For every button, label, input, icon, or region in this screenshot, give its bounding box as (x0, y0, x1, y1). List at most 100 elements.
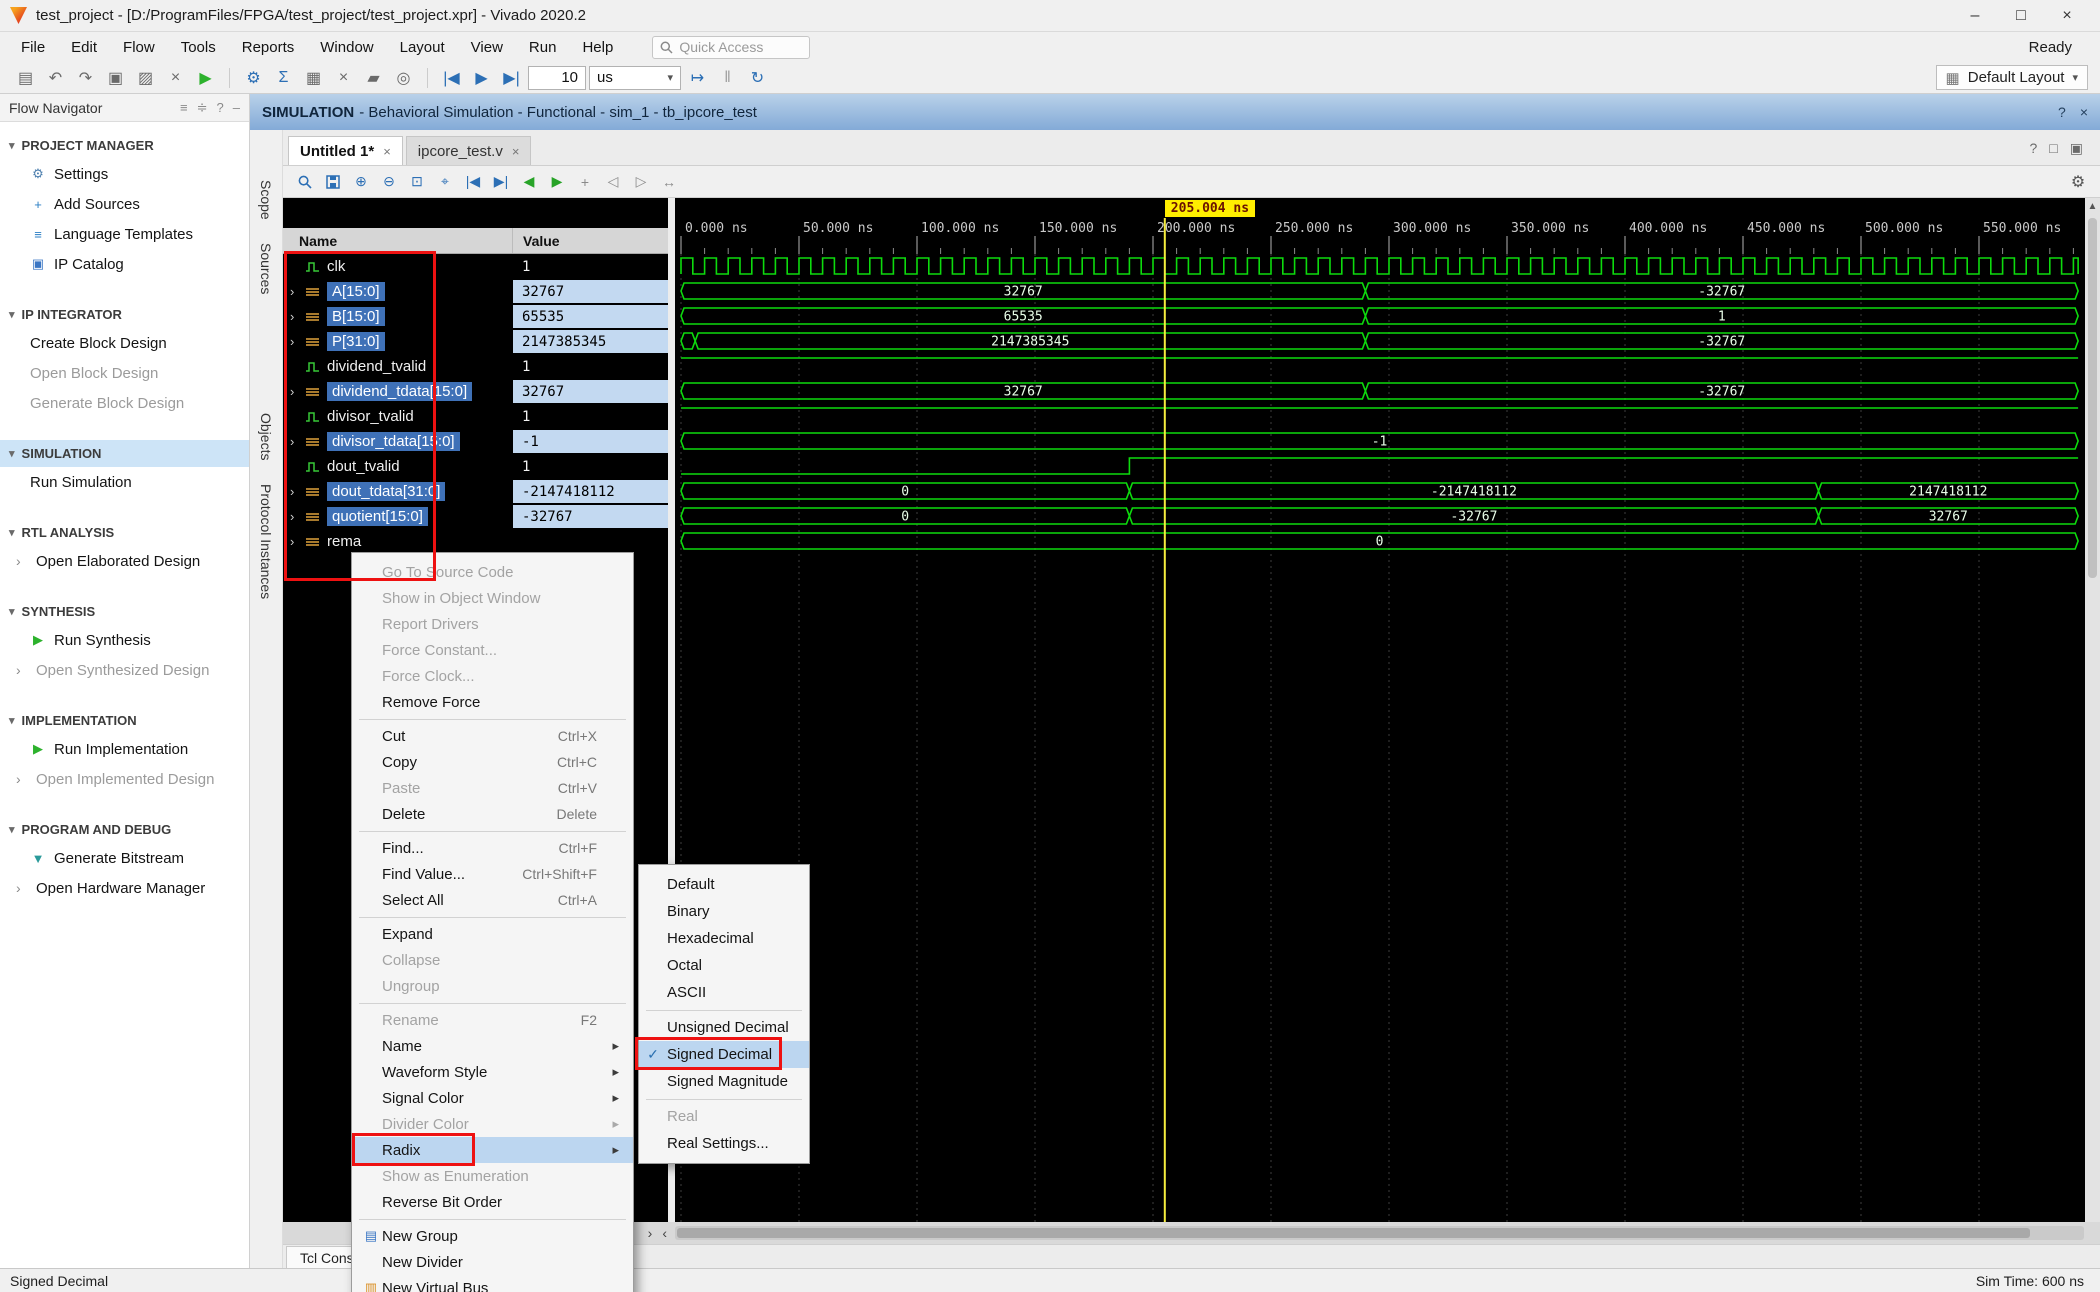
menu-item-new-divider[interactable]: New Divider (352, 1249, 633, 1275)
expand-icon[interactable]: › (290, 309, 300, 324)
menu-flow[interactable]: Flow (110, 35, 168, 60)
menu-item-name[interactable]: Name▸ (352, 1033, 633, 1059)
signal-row-b-15-0[interactable]: ›B[15:0]65535 (283, 304, 668, 329)
expand-icon[interactable]: › (290, 334, 300, 349)
value-column-header[interactable]: Value (513, 228, 668, 253)
next-marker-button[interactable]: ▷ (628, 169, 654, 194)
radix-option-signed-decimal[interactable]: ✓Signed Decimal (639, 1041, 809, 1068)
radix-option-hexadecimal[interactable]: Hexadecimal (639, 925, 809, 952)
radix-option-octal[interactable]: Octal (639, 952, 809, 979)
menu-help[interactable]: Help (569, 35, 626, 60)
toggle-sections-icon[interactable]: ≡ (180, 100, 188, 116)
radix-option-unsigned-decimal[interactable]: Unsigned Decimal (639, 1014, 809, 1041)
signal-name-cell[interactable]: dout_tvalid (283, 454, 513, 479)
signal-row-clk[interactable]: clk1 (283, 254, 668, 279)
menu-window[interactable]: Window (307, 35, 386, 60)
zoom-out-button[interactable]: ⊖ (376, 169, 402, 194)
flow-nav-section-implementation[interactable]: ▾IMPLEMENTATION (0, 707, 249, 734)
sum-reports-button[interactable]: Σ (270, 65, 297, 91)
vertical-scroll-thumb[interactable] (2088, 218, 2097, 578)
side-tab-objects[interactable]: Objects (254, 405, 278, 468)
zoom-to-cursor-button[interactable]: ⌖ (432, 169, 458, 194)
zoom-in-button[interactable]: ⊕ (348, 169, 374, 194)
menu-layout[interactable]: Layout (387, 35, 458, 60)
help-icon[interactable]: ? (2058, 104, 2066, 120)
menu-item-expand[interactable]: Expand (352, 921, 633, 947)
tab-ipcore-test-v[interactable]: ipcore_test.v× (406, 136, 532, 165)
previous-transition-button[interactable]: ◀ (516, 169, 542, 194)
collapse-panel-icon[interactable]: – (233, 100, 240, 116)
edit-button[interactable]: ▰ (360, 65, 387, 91)
float-window-icon[interactable]: □ (2049, 140, 2057, 157)
flow-nav-item-language-templates[interactable]: ≡Language Templates (0, 219, 249, 249)
menu-item-waveform-style[interactable]: Waveform Style▸ (352, 1059, 633, 1085)
menu-edit[interactable]: Edit (58, 35, 110, 60)
save-waveform-button[interactable] (320, 169, 346, 194)
radix-option-default[interactable]: Default (639, 871, 809, 898)
zoom-fit-button[interactable]: ⊡ (404, 169, 430, 194)
flow-nav-item-run-implementation[interactable]: ▶Run Implementation (0, 734, 249, 764)
expand-icon[interactable]: › (290, 434, 300, 449)
radix-option-real-settings[interactable]: Real Settings... (639, 1130, 809, 1157)
menu-item-find-value[interactable]: Find Value...Ctrl+Shift+F (352, 861, 633, 887)
close-button[interactable]: × (2044, 2, 2090, 30)
expand-icon[interactable]: › (290, 384, 300, 399)
menu-file[interactable]: File (8, 35, 58, 60)
waveform-canvas[interactable]: 0.000 ns50.000 ns100.000 ns150.000 ns200… (675, 198, 2085, 1222)
open-project-button[interactable]: ▤ (12, 65, 39, 91)
quick-access-search[interactable]: Quick Access (652, 36, 810, 59)
menu-item-select-all[interactable]: Select AllCtrl+A (352, 887, 633, 913)
menu-tools[interactable]: Tools (168, 35, 229, 60)
signal-row-quotient-15-0[interactable]: ›quotient[15:0]-32767 (283, 504, 668, 529)
flow-nav-item-open-synthesized-design[interactable]: ›Open Synthesized Design (0, 655, 249, 685)
flow-nav-item-ip-catalog[interactable]: ▣IP Catalog (0, 249, 249, 279)
flow-nav-item-open-implemented-design[interactable]: ›Open Implemented Design (0, 764, 249, 794)
menu-item-reverse-bit-order[interactable]: Reverse Bit Order (352, 1189, 633, 1215)
radix-option-signed-magnitude[interactable]: Signed Magnitude (639, 1068, 809, 1095)
flow-nav-item-settings[interactable]: ⚙Settings (0, 159, 249, 189)
signal-row-dividend-tdata-15-0[interactable]: ›dividend_tdata[15:0]32767 (283, 379, 668, 404)
signal-row-divisor-tdata-15-0[interactable]: ›divisor_tdata[15:0]-1 (283, 429, 668, 454)
signal-row-a-15-0[interactable]: ›A[15:0]32767 (283, 279, 668, 304)
flow-nav-section-simulation[interactable]: ▾SIMULATION (0, 440, 249, 467)
flow-nav-item-add-sources[interactable]: +Add Sources (0, 189, 249, 219)
radix-option-ascii[interactable]: ASCII (639, 979, 809, 1006)
signal-name-cell[interactable]: divisor_tvalid (283, 404, 513, 429)
restart-button[interactable]: |◀ (438, 65, 465, 91)
flow-nav-item-open-hardware-manager[interactable]: ›Open Hardware Manager (0, 873, 249, 903)
step-button[interactable]: ↦ (684, 65, 711, 91)
copy-button[interactable]: ▣ (102, 65, 129, 91)
radix-option-binary[interactable]: Binary (639, 898, 809, 925)
menu-item-delete[interactable]: DeleteDelete (352, 801, 633, 827)
settings-gear-icon[interactable]: ⚙ (2065, 169, 2091, 194)
run-button[interactable]: ▶ (192, 65, 219, 91)
flow-nav-item-run-simulation[interactable]: Run Simulation (0, 467, 249, 497)
flow-nav-section-synthesis[interactable]: ▾SYNTHESIS (0, 598, 249, 625)
expand-left-icon[interactable]: › (648, 1225, 653, 1241)
flow-nav-item-open-elaborated-design[interactable]: ›Open Elaborated Design (0, 546, 249, 576)
undo-button[interactable]: ↶ (42, 65, 69, 91)
probe-button[interactable]: ◎ (390, 65, 417, 91)
signal-name-cell[interactable]: ›B[15:0] (283, 304, 513, 329)
menu-item-signal-color[interactable]: Signal Color▸ (352, 1085, 633, 1111)
waveform-plot-area[interactable]: 0.000 ns50.000 ns100.000 ns150.000 ns200… (675, 198, 2085, 1222)
signal-name-cell[interactable]: ›dout_tdata[31:0] (283, 479, 513, 504)
flow-nav-item-create-block-design[interactable]: Create Block Design (0, 328, 249, 358)
signal-name-cell[interactable]: ›quotient[15:0] (283, 504, 513, 529)
flow-nav-item-generate-bitstream[interactable]: ▼Generate Bitstream (0, 843, 249, 873)
maximize-panel-icon[interactable]: ▣ (2070, 140, 2083, 157)
table-button[interactable]: ▦ (300, 65, 327, 91)
tab-close-icon[interactable]: × (512, 144, 520, 159)
previous-marker-button[interactable]: ◁ (600, 169, 626, 194)
find-button[interactable] (292, 169, 318, 194)
time-unit-select[interactable]: us ▾ (589, 66, 681, 90)
relaunch-button[interactable]: ↻ (744, 65, 771, 91)
delete-button[interactable]: × (162, 65, 189, 91)
close-panel-icon[interactable]: × (2080, 104, 2088, 120)
menu-item-new-group[interactable]: ▤New Group (352, 1223, 633, 1249)
maximize-button[interactable]: □ (1998, 2, 2044, 30)
cursor-time-label[interactable]: 205.004 ns (1165, 200, 1255, 217)
horizontal-scrollbar[interactable] (675, 1226, 2084, 1240)
span-markers-button[interactable]: ↔ (656, 169, 682, 194)
flow-nav-item-generate-block-design[interactable]: Generate Block Design (0, 388, 249, 418)
